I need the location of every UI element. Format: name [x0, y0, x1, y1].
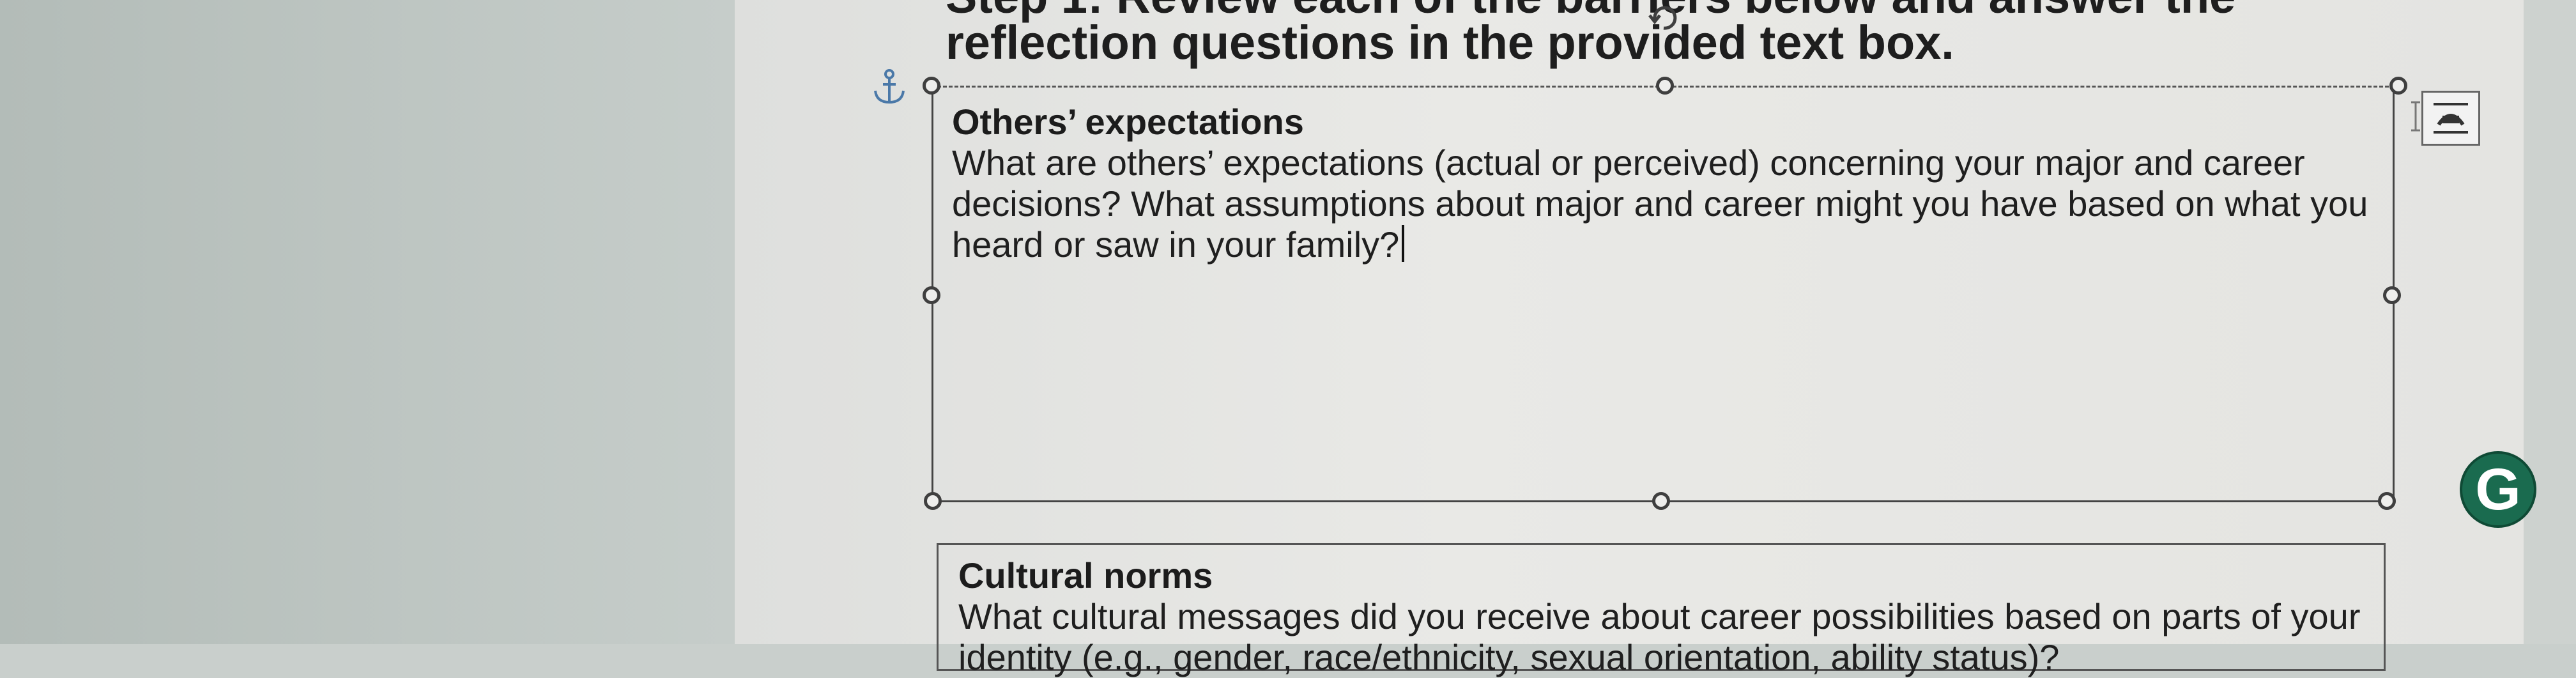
text-box-line: What are others’ expectations (actual or…	[952, 143, 2305, 183]
text-box-line: identity (e.g., gender, race/ethnicity, …	[958, 637, 2060, 677]
grammarly-button[interactable]: G	[2460, 451, 2536, 528]
resize-handle-bottom-left[interactable]	[924, 492, 942, 510]
resize-handle-middle-left[interactable]	[923, 286, 940, 304]
text-box-line: What cultural messages did you receive a…	[958, 596, 2361, 636]
text-box-title: Others’ expectations	[952, 102, 1304, 142]
text-box-line: heard or saw in your family?	[952, 224, 1400, 265]
resize-handle-top-right[interactable]	[2389, 77, 2407, 95]
text-cursor	[1402, 225, 1405, 262]
anchor-icon[interactable]	[870, 68, 908, 106]
resize-handle-bottom-center[interactable]	[1652, 492, 1670, 510]
heading-line-2: reflection questions in the provided tex…	[946, 16, 1954, 69]
ibeam-cursor-icon	[2411, 101, 2420, 132]
layout-options-button[interactable]	[2421, 91, 2480, 146]
layout-options-icon	[2434, 103, 2468, 134]
text-box-line: decisions? What assumptions about major …	[952, 183, 2368, 224]
resize-handle-middle-right[interactable]	[2383, 286, 2401, 304]
text-box-line-with-caret[interactable]: heard or saw in your family?	[952, 224, 1405, 265]
rotate-handle-icon[interactable]	[1646, 0, 1682, 36]
grammarly-icon: G	[2475, 457, 2521, 522]
resize-handle-top-left[interactable]	[923, 77, 940, 95]
resize-handle-top-center[interactable]	[1656, 77, 1674, 95]
resize-handle-bottom-right[interactable]	[2378, 492, 2396, 510]
text-box-title: Cultural norms	[958, 555, 1213, 596]
